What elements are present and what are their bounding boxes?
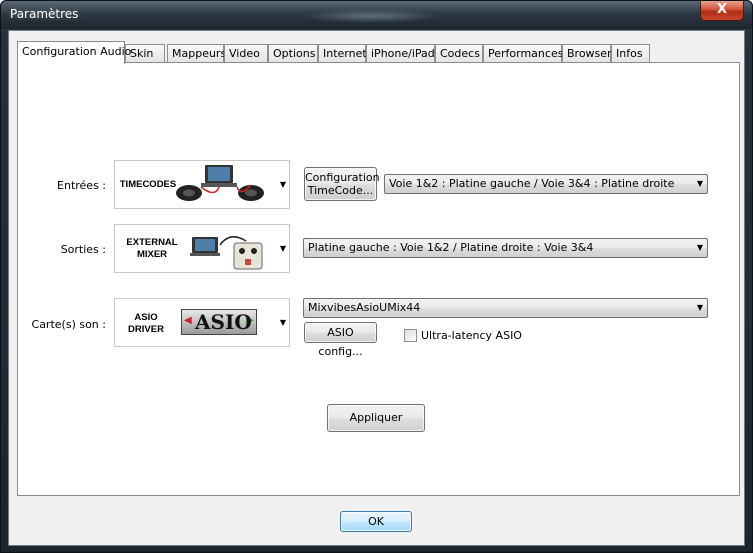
timecodes-setup-icon bbox=[176, 165, 264, 201]
asio-config-label: ASIO config... bbox=[318, 326, 363, 358]
title-bar[interactable]: Paramètres X bbox=[1, 1, 752, 29]
outputs-label: Sorties : bbox=[60, 243, 106, 256]
inputs-routing-dropdown[interactable]: Voie 1&2 : Platine gauche / Voie 3&4 : P… bbox=[384, 174, 708, 194]
outputs-routing-value: Platine gauche : Voie 1&2 / Platine droi… bbox=[308, 241, 594, 254]
chevron-down-icon: ▼ bbox=[279, 180, 286, 189]
close-button[interactable]: X bbox=[700, 1, 744, 21]
external-mixer-caption-line1: EXTERNAL bbox=[126, 237, 178, 248]
asio-logo-left-arrow: ◀ bbox=[184, 315, 192, 326]
outputs-mode-selector[interactable]: EXTERNAL MIXER ▼ bbox=[114, 224, 290, 273]
tab-browser[interactable]: Browser bbox=[562, 44, 612, 63]
driver-type-selector[interactable]: ASIO DRIVER ◀ ▶ ASIO ▼ bbox=[114, 298, 290, 347]
apply-label: Appliquer bbox=[349, 411, 403, 424]
soundcard-device-value: MixvibesAsioUMix44 bbox=[308, 301, 421, 314]
dialog-client-area: Configuration Audio Skin Mappeurs Video … bbox=[8, 30, 745, 546]
ok-button[interactable]: OK bbox=[340, 511, 412, 532]
title-bar-gloss bbox=[301, 9, 441, 23]
apply-button[interactable]: Appliquer bbox=[327, 404, 425, 432]
tab-performances[interactable]: Performances bbox=[483, 44, 563, 63]
timecode-config-line1: Configuration bbox=[305, 171, 380, 184]
asio-logo: ◀ ▶ ASIO bbox=[181, 309, 257, 335]
tab-mappeurs[interactable]: Mappeurs bbox=[167, 44, 226, 63]
tab-internet[interactable]: Internet bbox=[318, 44, 367, 63]
window-title: Paramètres bbox=[10, 7, 79, 21]
chevron-down-icon: ▼ bbox=[696, 243, 703, 252]
ultra-latency-checkbox[interactable] bbox=[404, 329, 417, 342]
external-mixer-caption-line2: MIXER bbox=[136, 249, 168, 260]
chevron-down-icon: ▼ bbox=[279, 244, 286, 253]
external-mixer-icon bbox=[190, 236, 263, 270]
audio-config-panel: Entrées : TIMECODES ▼ Configuration Time… bbox=[17, 62, 740, 496]
tab-codecs[interactable]: Codecs bbox=[435, 44, 483, 63]
chevron-down-icon: ▼ bbox=[696, 303, 703, 312]
ok-label: OK bbox=[368, 515, 384, 528]
tab-skin[interactable]: Skin bbox=[125, 44, 165, 63]
soundcard-label: Carte(s) son : bbox=[31, 318, 106, 331]
asio-driver-caption-line2: DRIVER bbox=[128, 324, 164, 335]
tab-infos[interactable]: Infos bbox=[611, 44, 650, 63]
inputs-routing-value: Voie 1&2 : Platine gauche / Voie 3&4 : P… bbox=[389, 177, 675, 190]
asio-config-button[interactable]: ASIO config... bbox=[304, 322, 377, 358]
tab-video[interactable]: Video bbox=[224, 44, 268, 63]
tab-options[interactable]: Options bbox=[268, 44, 318, 63]
chevron-down-icon: ▼ bbox=[279, 318, 286, 327]
close-icon: X bbox=[716, 2, 728, 17]
timecode-config-button[interactable]: Configuration TimeCode... bbox=[304, 167, 380, 201]
asio-logo-text: ASIO bbox=[195, 310, 252, 334]
timecode-config-line2: TimeCode... bbox=[307, 184, 374, 197]
settings-window: Paramètres X Configuration Audio Skin Ma… bbox=[0, 0, 753, 553]
chevron-down-icon: ▼ bbox=[696, 179, 703, 188]
outputs-routing-dropdown[interactable]: Platine gauche : Voie 1&2 / Platine droi… bbox=[303, 238, 708, 258]
ultra-latency-label: Ultra-latency ASIO bbox=[421, 329, 522, 342]
inputs-label: Entrées : bbox=[57, 179, 106, 192]
asio-driver-caption-line1: ASIO bbox=[134, 312, 158, 323]
soundcard-device-dropdown[interactable]: MixvibesAsioUMix44 ▼ bbox=[303, 298, 708, 318]
tab-iphone-ipad[interactable]: iPhone/iPad bbox=[366, 44, 435, 63]
inputs-source-selector[interactable]: TIMECODES ▼ bbox=[114, 160, 290, 209]
tab-configuration-audio[interactable]: Configuration Audio bbox=[17, 41, 131, 64]
timecodes-caption: TIMECODES bbox=[119, 179, 177, 190]
